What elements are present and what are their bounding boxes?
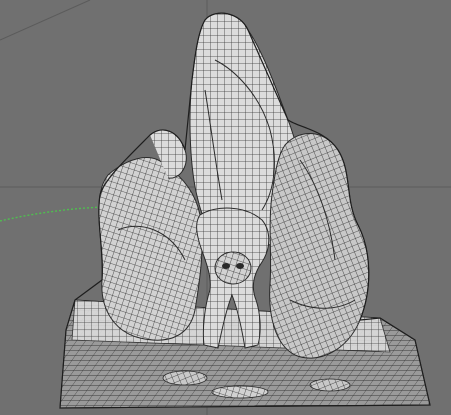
- 3d-viewport[interactable]: [0, 0, 451, 415]
- viewport-canvas[interactable]: [0, 0, 451, 415]
- creature-head: [214, 251, 252, 285]
